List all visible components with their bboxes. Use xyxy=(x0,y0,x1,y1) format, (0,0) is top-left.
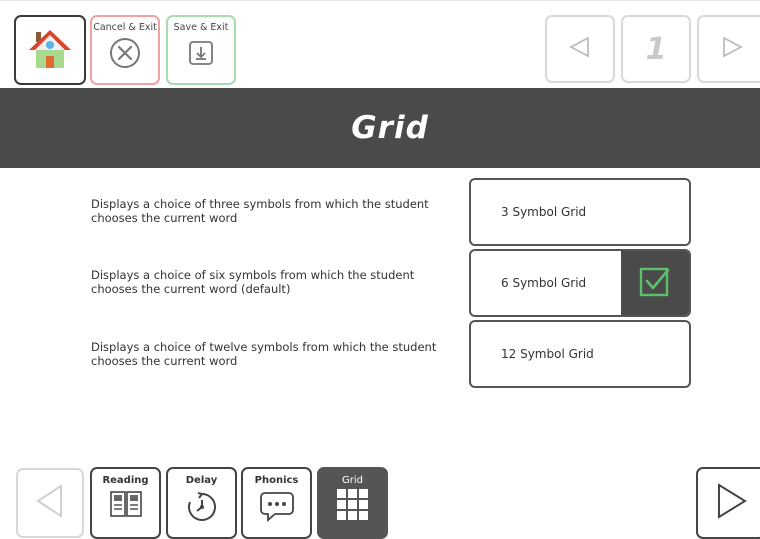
home-button[interactable] xyxy=(14,15,86,85)
tab-label: Grid xyxy=(342,475,363,486)
option-6-symbol-grid[interactable]: 6 Symbol Grid xyxy=(469,249,691,317)
option-description: Displays a choice of three symbols from … xyxy=(91,197,429,225)
option-3-symbol-grid[interactable]: 3 Symbol Grid xyxy=(469,178,691,246)
checkbox-checked-icon xyxy=(638,264,672,302)
option-12-symbol-grid[interactable]: 12 Symbol Grid xyxy=(469,320,691,388)
save-exit-button[interactable]: Save & Exit xyxy=(166,15,236,85)
tab-label: Phonics xyxy=(254,475,299,486)
tab-label: Delay xyxy=(185,475,218,486)
selected-indicator xyxy=(621,251,689,315)
option-description: Displays a choice of twelve symbols from… xyxy=(91,340,437,368)
next-page-button[interactable] xyxy=(697,15,760,83)
option-label: 3 Symbol Grid xyxy=(501,205,587,219)
tab-reading[interactable]: Reading xyxy=(90,467,161,539)
triangle-right-icon xyxy=(713,482,749,524)
page-number: 1 xyxy=(621,15,691,83)
tab-grid[interactable]: Grid xyxy=(317,467,388,539)
triangle-left-icon xyxy=(568,36,592,62)
option-label: 6 Symbol Grid xyxy=(501,276,587,290)
tab-phonics[interactable]: Phonics xyxy=(241,467,312,539)
previous-section-button[interactable] xyxy=(16,468,84,538)
tab-delay[interactable]: Delay xyxy=(166,467,237,539)
triangle-left-icon xyxy=(33,483,67,523)
cancel-exit-button[interactable]: Cancel & Exit xyxy=(90,15,160,85)
cancel-exit-label: Cancel & Exit xyxy=(93,22,157,33)
page-title: Grid xyxy=(351,110,429,146)
option-description: Displays a choice of six symbols from wh… xyxy=(91,268,415,296)
option-label: 12 Symbol Grid xyxy=(501,347,594,361)
grid-icon xyxy=(336,486,370,526)
next-section-button[interactable] xyxy=(696,467,760,539)
book-icon xyxy=(109,486,143,522)
title-bar: Grid xyxy=(0,88,760,168)
triangle-right-icon xyxy=(720,36,744,62)
top-toolbar: Cancel & Exit Save & Exit 1 xyxy=(0,0,760,89)
download-icon xyxy=(186,33,216,72)
save-exit-label: Save & Exit xyxy=(173,22,229,33)
timer-icon xyxy=(185,486,219,526)
home-icon xyxy=(27,26,73,74)
speech-bubble-icon xyxy=(259,486,295,526)
previous-page-button[interactable] xyxy=(545,15,615,83)
tab-label: Reading xyxy=(102,475,149,486)
close-circle-icon xyxy=(108,33,142,74)
